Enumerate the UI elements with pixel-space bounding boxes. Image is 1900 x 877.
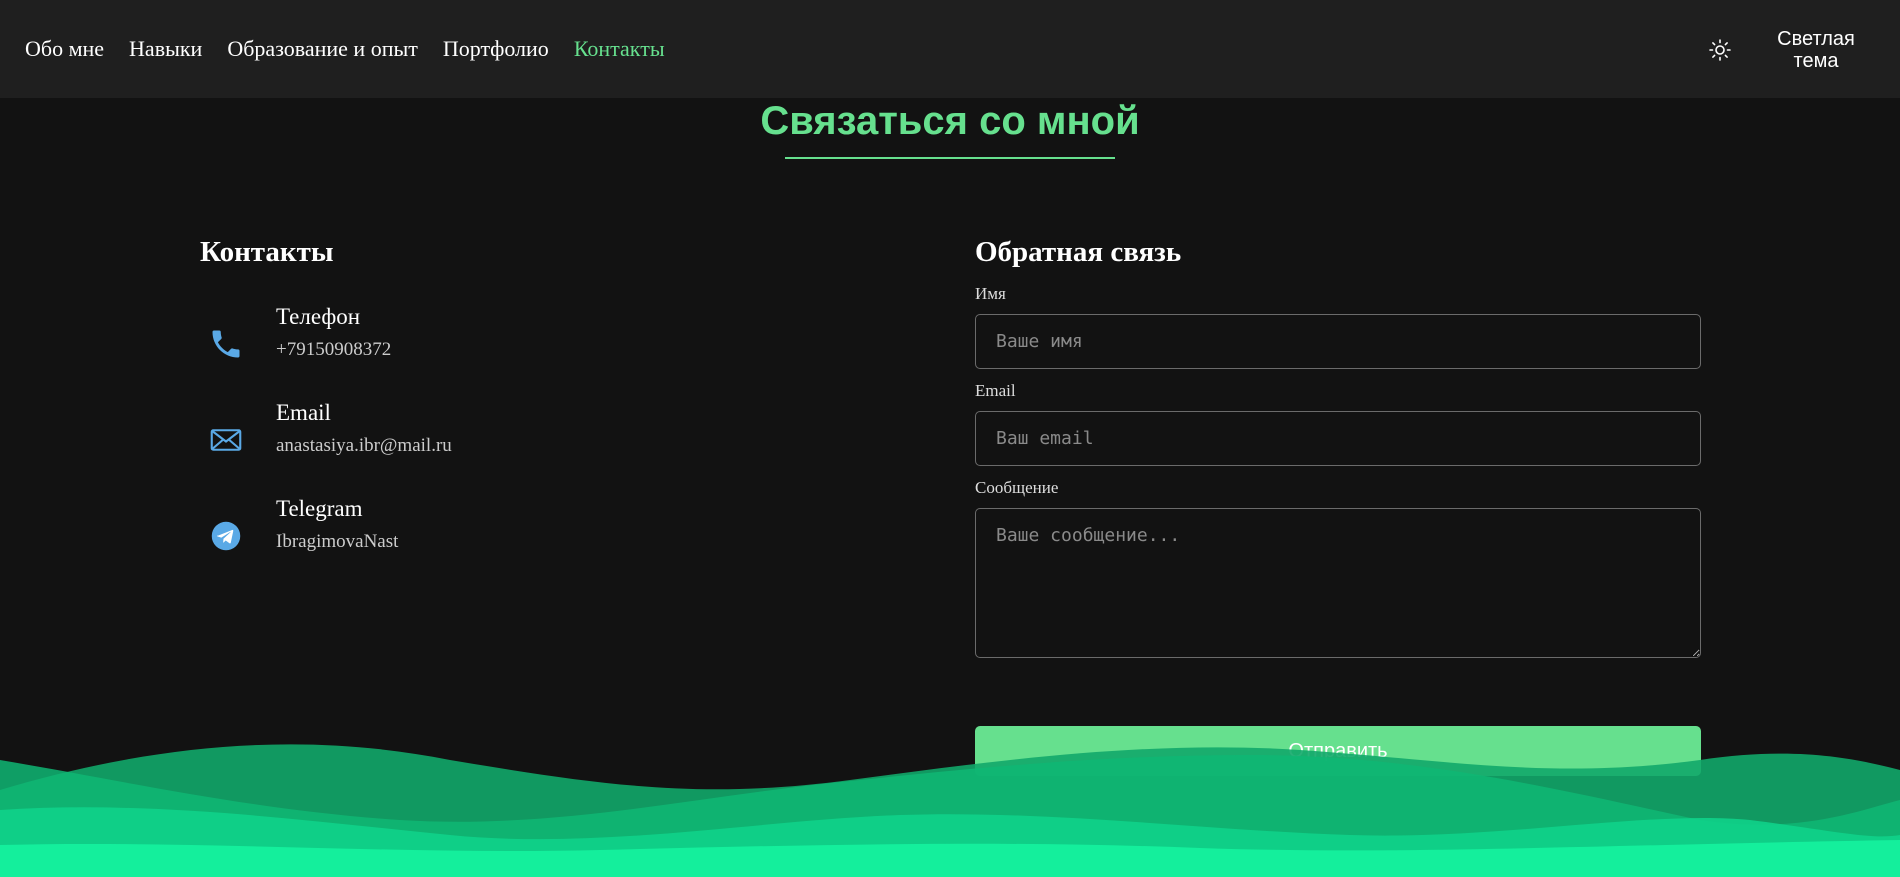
contact-email-title: Email [276, 400, 331, 425]
nav-link-about[interactable]: Обо мне [25, 36, 104, 62]
contact-item-phone: Телефон +79150908372 [200, 302, 760, 398]
email-input[interactable] [975, 411, 1701, 466]
message-textarea[interactable] [975, 508, 1701, 658]
section-heading: Связаться со мной [0, 95, 1900, 159]
telegram-icon [211, 521, 241, 551]
contact-telegram-value[interactable]: IbragimovaNast [276, 530, 398, 554]
feedback-form: Обратная связь Имя Email Сообщение Отпра… [975, 232, 1701, 776]
contact-list: Телефон +79150908372 Email anastasiya.ib… [200, 302, 760, 590]
name-input[interactable] [975, 314, 1701, 369]
contact-item-telegram: Telegram IbragimovaNast [200, 494, 760, 590]
email-label: Email [975, 381, 1016, 400]
mail-icon [210, 429, 242, 451]
contact-telegram-title: Telegram [276, 496, 363, 521]
nav-link-contacts[interactable]: Контакты [574, 36, 665, 62]
contacts-panel: Контакты Телефон +79150908372 Email anas… [200, 232, 760, 590]
message-label: Сообщение [975, 478, 1059, 497]
contact-phone-title: Телефон [276, 304, 361, 329]
phone-icon [212, 330, 240, 358]
contact-email-value[interactable]: anastasiya.ibr@mail.ru [276, 434, 452, 458]
contact-phone-value[interactable]: +79150908372 [276, 338, 391, 362]
sun-icon [1709, 39, 1731, 61]
theme-toggle-button[interactable]: Светлая тема [1708, 24, 1878, 76]
theme-toggle-label: Светлая тема [1777, 28, 1855, 72]
contact-item-email: Email anastasiya.ibr@mail.ru [200, 398, 760, 494]
nav-link-portfolio[interactable]: Портфолио [443, 36, 549, 62]
section-title-underline [785, 157, 1115, 159]
nav-link-skills[interactable]: Навыки [129, 36, 202, 62]
decorative-waves [0, 744, 1900, 877]
contacts-title: Контакты [200, 236, 334, 268]
nav-link-education[interactable]: Образование и опыт [227, 36, 418, 62]
main-nav: Обо мне Навыки Образование и опыт Портфо… [25, 36, 665, 62]
name-label: Имя [975, 284, 1006, 303]
feedback-title: Обратная связь [975, 236, 1182, 268]
section-title: Связаться со мной [760, 99, 1140, 143]
top-navigation-bar: Обо мне Навыки Образование и опыт Портфо… [0, 0, 1900, 98]
